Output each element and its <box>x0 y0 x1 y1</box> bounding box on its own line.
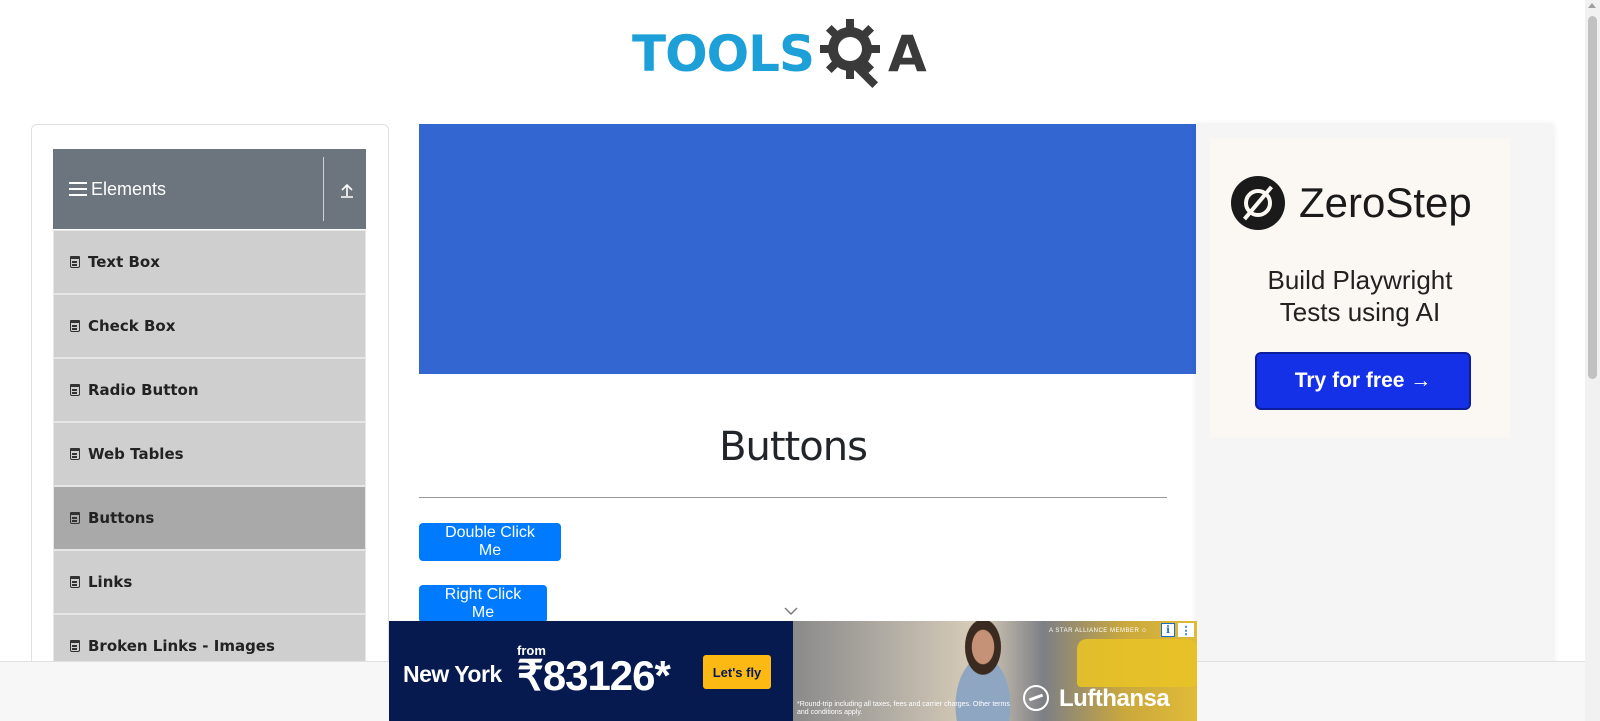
sidebar-item-text-box[interactable]: Text Box <box>53 230 366 294</box>
html-icon <box>70 512 80 524</box>
ad-fine-print: *Round-trip including all taxes, fees an… <box>797 701 1010 716</box>
scroll-up-arrow-icon[interactable] <box>1588 3 1596 8</box>
sidebar-item-check-box[interactable]: Check Box <box>53 294 366 358</box>
ad-headline-line2: Tests using AI <box>1279 297 1441 327</box>
zerostep-logo: ZeroStep <box>1231 176 1472 230</box>
html-icon <box>70 576 80 588</box>
hamburger-icon <box>69 182 87 196</box>
right-click-button[interactable]: Right Click Me <box>419 585 547 623</box>
lets-fly-button[interactable]: Let's fly <box>703 655 771 689</box>
ad-brand: Lufthansa <box>1059 685 1170 712</box>
page-title: Buttons <box>719 424 868 470</box>
sidebar-item-web-tables[interactable]: Web Tables <box>53 422 366 486</box>
site-logo[interactable]: TOOLS A <box>632 14 927 94</box>
sidebar-item-label: Check Box <box>88 317 176 335</box>
ad-city: New York <box>403 661 502 687</box>
ad-photo-taxi <box>1077 639 1197 687</box>
sidebar-item-label: Text Box <box>88 253 160 271</box>
ad-headline: Build Playwright Tests using AI <box>1210 264 1510 328</box>
sidebar-item-buttons[interactable]: Buttons <box>53 486 366 550</box>
left-panel: Elements Text Box Check Box Radio Button… <box>31 124 389 721</box>
group-title: Elements <box>91 178 167 199</box>
scroll-thumb[interactable] <box>1588 16 1597 379</box>
ad-photo-panel[interactable]: A STAR ALLIANCE MEMBER ✩ i ⋮ *Round-trip… <box>793 621 1197 721</box>
top-banner-ad[interactable] <box>419 124 1196 374</box>
collapse-arrow-icon[interactable] <box>338 181 356 199</box>
zerostep-ad-card[interactable]: ZeroStep Build Playwright Tests using AI… <box>1210 138 1510 438</box>
html-icon <box>70 256 80 268</box>
ad-offer-panel[interactable]: New York from ₹83126* Let's fly <box>389 621 793 721</box>
lufthansa-crane-icon <box>1023 685 1049 711</box>
html-icon <box>70 448 80 460</box>
ad-alliance-text: A STAR ALLIANCE MEMBER ✩ <box>1049 628 1147 634</box>
logo-text-tools: TOOLS <box>632 25 815 83</box>
sidebar-item-label: Broken Links - Images <box>88 637 275 655</box>
ad-more-icon[interactable]: ⋮ <box>1178 623 1194 637</box>
gear-magnifier-icon <box>820 19 880 89</box>
ad-price: ₹83126* <box>517 652 671 699</box>
title-divider <box>419 497 1167 498</box>
sidebar-item-label: Links <box>88 573 133 591</box>
ad-info-icon[interactable]: i <box>1161 623 1175 637</box>
double-click-button[interactable]: Double Click Me <box>419 523 561 561</box>
sidebar-item-label: Web Tables <box>88 445 184 463</box>
elements-group-header[interactable]: Elements <box>53 149 366 229</box>
zerostep-mark-icon <box>1231 176 1285 230</box>
sidebar-item-links[interactable]: Links <box>53 550 366 614</box>
zerostep-brand: ZeroStep <box>1299 179 1472 226</box>
header-divider <box>323 157 324 221</box>
sidebar-item-radio-button[interactable]: Radio Button <box>53 358 366 422</box>
sidebar-item-label: Buttons <box>88 509 155 527</box>
logo-text-a: A <box>888 25 927 83</box>
page-scrollbar[interactable] <box>1585 0 1600 721</box>
chevron-down-icon[interactable] <box>784 606 798 616</box>
bottom-ad[interactable]: New York from ₹83126* Let's fly A STAR A… <box>389 621 1197 721</box>
sidebar-item-label: Radio Button <box>88 381 199 399</box>
html-icon <box>70 320 80 332</box>
ad-headline-line1: Build Playwright <box>1267 265 1453 295</box>
menu-list: Text Box Check Box Radio Button Web Tabl… <box>53 230 366 678</box>
side-ad[interactable]: ZeroStep Build Playwright Tests using AI… <box>1196 124 1554 721</box>
html-icon <box>70 640 80 652</box>
html-icon <box>70 384 80 396</box>
try-for-free-button[interactable]: Try for free → <box>1255 352 1471 410</box>
